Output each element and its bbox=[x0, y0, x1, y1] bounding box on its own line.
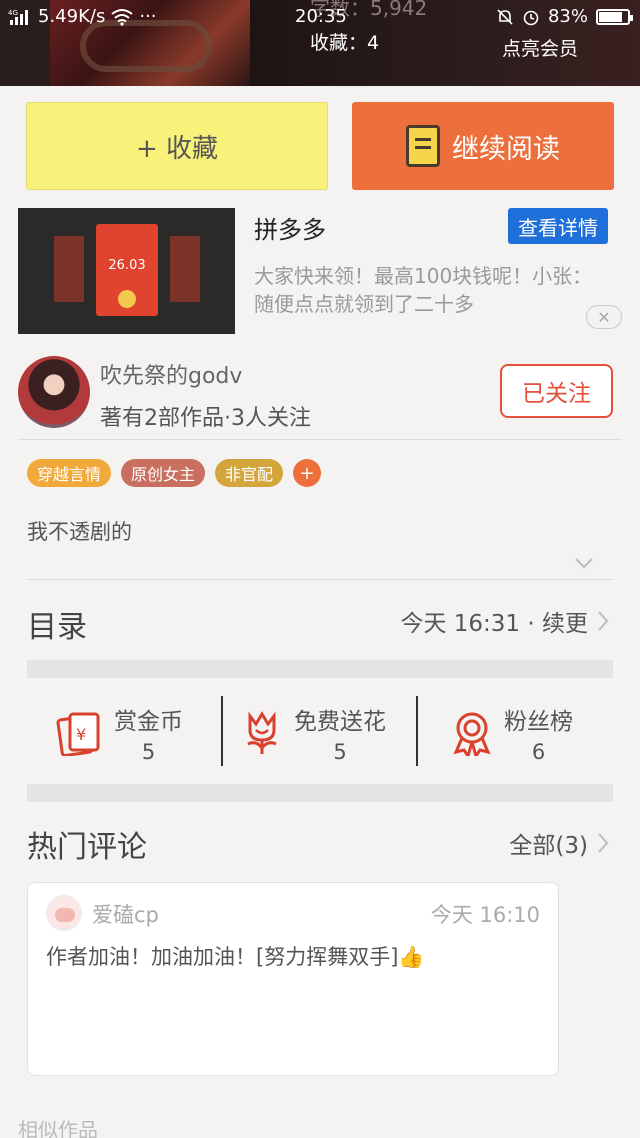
stat-fan-ranking[interactable]: 粉丝榜 6 bbox=[452, 700, 573, 766]
battery-percent: 83% bbox=[547, 6, 588, 27]
catalog-update-text: 今天 16:31 · 续更 bbox=[400, 611, 588, 637]
add-favorite-button[interactable]: + 收藏 bbox=[26, 102, 328, 190]
divider bbox=[27, 579, 613, 580]
section-band bbox=[27, 660, 613, 678]
chevron-right-icon bbox=[598, 611, 609, 631]
all-comments-label: 全部(3) bbox=[509, 833, 588, 859]
add-tag-button[interactable]: + bbox=[293, 459, 322, 487]
ad-close-button[interactable]: ✕ bbox=[586, 305, 622, 329]
divider bbox=[18, 439, 622, 440]
section-gap bbox=[0, 346, 640, 356]
author-name[interactable]: 吹先祭的godv bbox=[100, 358, 242, 390]
red-packet-image: 26.03 bbox=[96, 224, 158, 316]
stat-divider bbox=[416, 696, 418, 766]
stat-value: 5 bbox=[333, 740, 347, 764]
tag-chip[interactable]: 非官配 bbox=[215, 459, 284, 487]
commenter-avatar[interactable] bbox=[46, 895, 82, 931]
medal-icon bbox=[453, 712, 491, 756]
catalog-update-link[interactable]: 今天 16:31 · 续更 bbox=[400, 604, 610, 638]
svg-text:¥: ¥ bbox=[76, 725, 86, 744]
flower-icon bbox=[247, 711, 277, 754]
coin-icon bbox=[118, 290, 136, 308]
author-meta: 著有2部作品·3人关注 bbox=[100, 406, 311, 431]
book-icon bbox=[406, 125, 440, 167]
clock: 20:35 bbox=[295, 6, 347, 27]
add-favorite-label: + 收藏 bbox=[135, 133, 219, 164]
comment-text: 作者加油！加油加油！[努力挥舞双手]👍 bbox=[46, 945, 425, 969]
comment-card[interactable]: 爱磕cp 今天 16:10 作者加油！加油加油！[努力挥舞双手]👍 bbox=[27, 882, 559, 1076]
signal-icon: 4G bbox=[8, 9, 28, 25]
all-comments-link[interactable]: 全部(3) bbox=[509, 826, 610, 860]
wifi-icon bbox=[111, 8, 133, 26]
tag-list: 穿越言情 原创女主 非官配 + bbox=[27, 459, 322, 487]
stat-label: 赏金币 bbox=[114, 709, 183, 735]
ad-detail-button[interactable]: 查看详情 bbox=[508, 208, 608, 244]
battery-icon bbox=[596, 8, 633, 25]
stat-reward-coins[interactable]: ¥ 赏金币 5 bbox=[56, 700, 183, 766]
tag-chip[interactable]: 穿越言情 bbox=[27, 459, 112, 487]
book-intro: 我不透剧的 bbox=[27, 520, 132, 544]
ad-description: 大家快来领！最高100块钱呢！小张：随便点点就领到了二十多 bbox=[254, 264, 593, 316]
more-indicator: ··· bbox=[139, 6, 157, 27]
ad-title[interactable]: 拼多多 bbox=[254, 210, 326, 245]
mute-bell-icon bbox=[497, 8, 513, 25]
ad-thumbnail[interactable]: 26.03 bbox=[18, 208, 235, 334]
red-envelope-icon: ¥ bbox=[56, 712, 100, 756]
catalog-title[interactable]: 目录 bbox=[27, 602, 87, 646]
stat-label: 粉丝榜 bbox=[504, 709, 573, 735]
author-avatar[interactable] bbox=[18, 356, 90, 428]
ad-thumb-decoration bbox=[54, 236, 84, 302]
stat-free-flowers[interactable]: 免费送花 5 bbox=[242, 700, 386, 766]
continue-reading-label: 继续阅读 bbox=[452, 133, 560, 165]
continue-reading-button[interactable]: 继续阅读 bbox=[352, 102, 614, 190]
stat-divider bbox=[221, 696, 223, 766]
ad-thumb-decoration bbox=[170, 236, 200, 302]
stat-label: 免费送花 bbox=[294, 709, 386, 735]
section-band bbox=[27, 784, 613, 802]
stat-value: 5 bbox=[141, 740, 156, 764]
network-speed: 5.49K/s bbox=[38, 6, 106, 27]
vip-link[interactable]: 点亮会员 bbox=[502, 34, 578, 61]
comment-time: 今天 16:10 bbox=[430, 903, 540, 927]
hot-comments-title: 热门评论 bbox=[27, 830, 147, 865]
chevron-down-icon[interactable] bbox=[574, 556, 594, 570]
follow-button[interactable]: 已关注 bbox=[500, 364, 613, 418]
alarm-icon bbox=[523, 10, 539, 25]
chevron-right-icon bbox=[598, 833, 609, 853]
stat-value: 6 bbox=[531, 740, 546, 764]
commenter-name[interactable]: 爱磕cp bbox=[92, 899, 159, 929]
tag-chip[interactable]: 原创女主 bbox=[121, 459, 206, 487]
status-bar: 4G 5.49K/s ··· 20:35 83% bbox=[0, 0, 640, 34]
svg-text:4G: 4G bbox=[8, 9, 18, 17]
red-packet-amount: 26.03 bbox=[108, 258, 146, 273]
similar-works-title: 相似作品 bbox=[18, 1118, 98, 1138]
